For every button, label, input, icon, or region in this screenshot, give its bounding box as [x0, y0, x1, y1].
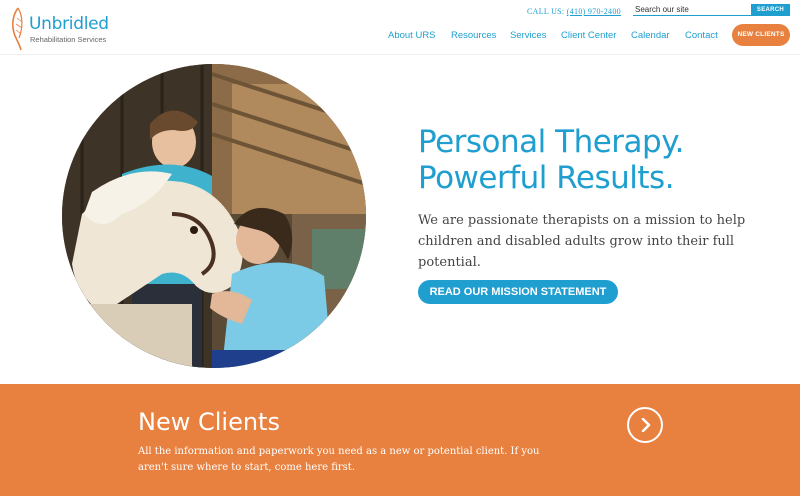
logo[interactable]: Unbridled Rehabilitation Services [8, 6, 128, 52]
band-title: New Clients [138, 408, 280, 436]
logo-tagline: Rehabilitation Services [30, 35, 107, 44]
search-button[interactable]: SEARCH [751, 4, 790, 16]
new-clients-button[interactable]: NEW CLIENTS [732, 24, 790, 46]
new-clients-band[interactable]: New Clients All the information and pape… [0, 384, 800, 496]
hero-title-line-1: Personal Therapy. [418, 124, 685, 160]
nav-calendar[interactable]: Calendar [631, 30, 670, 41]
call-us: CALL US: (410) 970-2400 [527, 7, 621, 16]
hero-photo [62, 64, 366, 368]
chevron-right-icon[interactable] [627, 407, 663, 443]
site-header: Unbridled Rehabilitation Services CALL U… [0, 0, 800, 58]
feather-logo-icon [12, 7, 23, 51]
logo-title: Unbridled [29, 14, 109, 34]
nav-services[interactable]: Services [510, 30, 546, 41]
hero-title: Personal Therapy. Powerful Results. [418, 124, 685, 196]
hero-photo-illustration [62, 64, 366, 368]
search-input[interactable] [633, 4, 751, 16]
phone-link[interactable]: (410) 970-2400 [567, 7, 621, 16]
nav-contact[interactable]: Contact [685, 30, 718, 41]
nav-resources[interactable]: Resources [451, 30, 496, 41]
nav-about-urs[interactable]: About URS [388, 30, 436, 41]
call-us-label: CALL US: [527, 7, 565, 16]
hero-title-line-2: Powerful Results. [418, 160, 675, 196]
nav-client-center[interactable]: Client Center [561, 30, 616, 41]
header-divider [0, 54, 800, 55]
mission-statement-button[interactable]: READ OUR MISSION STATEMENT [418, 280, 618, 304]
band-description: All the information and paperwork you ne… [138, 446, 540, 473]
hero-description: We are passionate therapists on a missio… [418, 213, 746, 270]
